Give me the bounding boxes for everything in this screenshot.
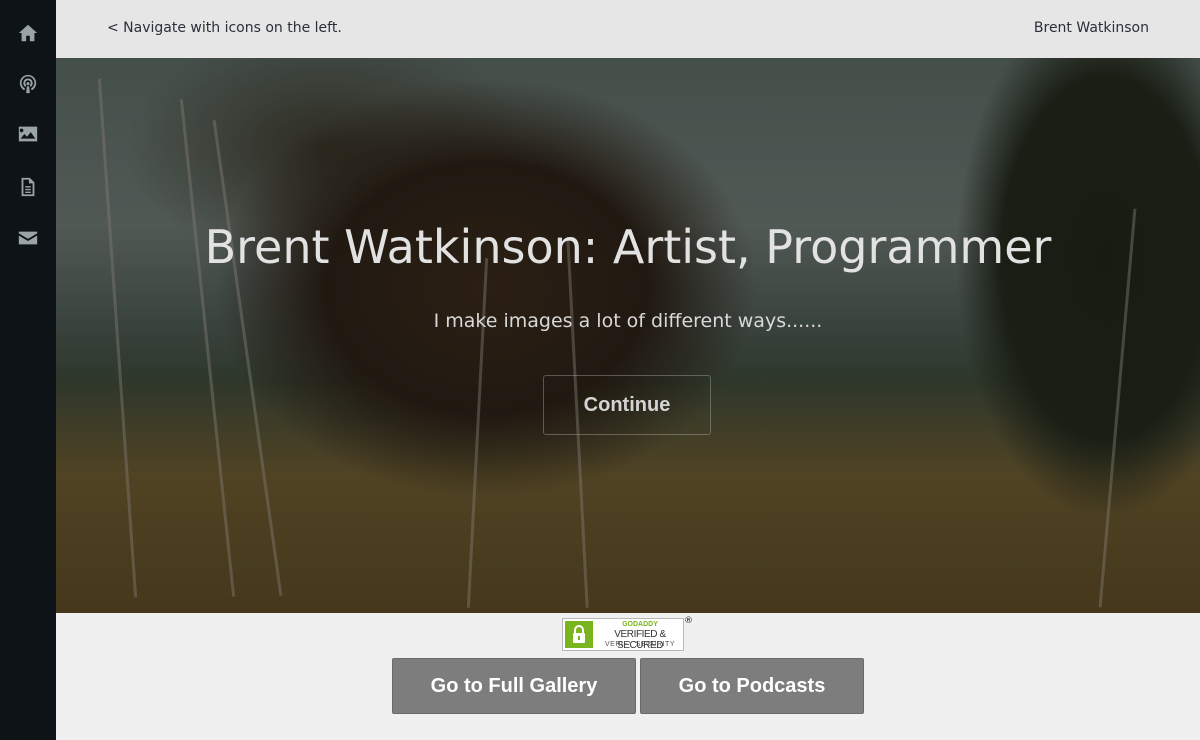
podcast-icon[interactable]	[14, 70, 42, 98]
continue-button[interactable]: Continue	[543, 375, 711, 435]
sidebar	[0, 0, 56, 740]
document-icon[interactable]	[14, 173, 42, 201]
podcasts-button[interactable]: Go to Podcasts	[640, 658, 864, 714]
hero-subtitle: I make images a lot of different ways...…	[433, 310, 823, 332]
registered-mark: ®	[684, 616, 693, 626]
hero-banner: Brent Watkinson: Artist, Programmer I ma…	[56, 58, 1200, 613]
full-gallery-button[interactable]: Go to Full Gallery	[392, 658, 636, 714]
lock-icon	[565, 621, 593, 648]
seal-brand: GODADDY	[622, 621, 658, 628]
brand-link[interactable]: Brent Watkinson	[1034, 20, 1149, 36]
image-icon[interactable]	[14, 120, 42, 148]
envelope-icon[interactable]	[14, 224, 42, 252]
seal-verify-link: VERIFY SECURITY	[605, 641, 675, 648]
navigation-hint: < Navigate with icons on the left.	[107, 20, 342, 36]
home-icon[interactable]	[14, 19, 42, 47]
hero-overlay	[56, 58, 1200, 613]
godaddy-security-seal[interactable]: GODADDY VERIFIED & SECURED VERIFY SECURI…	[562, 618, 684, 651]
hero-title: Brent Watkinson: Artist, Programmer	[204, 220, 1052, 274]
top-bar: < Navigate with icons on the left. Brent…	[56, 0, 1200, 58]
